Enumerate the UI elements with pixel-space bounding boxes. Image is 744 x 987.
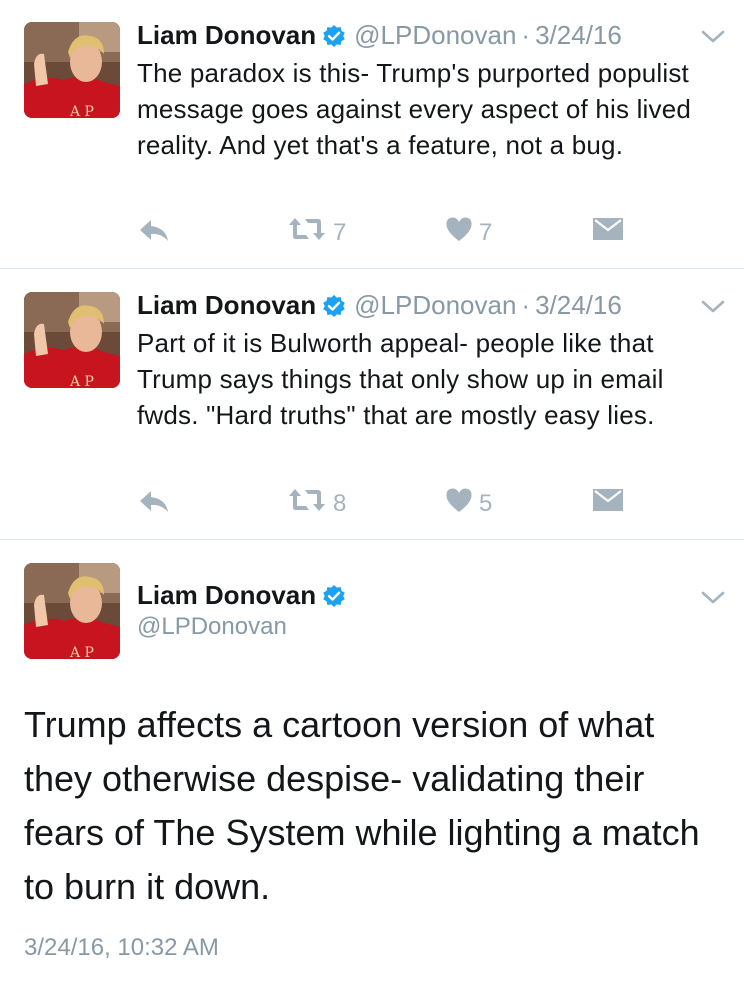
direct-message-button[interactable] [592, 487, 624, 520]
verified-badge-icon [322, 584, 346, 614]
tweet-date[interactable]: 3/24/16 [535, 20, 622, 50]
verified-badge-icon [322, 294, 346, 324]
display-name[interactable]: Liam Donovan [137, 290, 316, 320]
svg-text:A P: A P [69, 645, 94, 659]
reply-icon [137, 487, 171, 522]
display-name[interactable]: Liam Donovan [137, 580, 354, 614]
tweet-text: Part of it is Bulworth appeal- people li… [137, 328, 664, 430]
direct-message-button[interactable] [592, 216, 624, 249]
retweet-count: 7 [333, 218, 347, 246]
separator: · [521, 290, 531, 320]
like-button[interactable]: 7 [445, 216, 492, 249]
retweet-icon [287, 487, 327, 520]
tweet-date[interactable]: 3/24/16 [535, 290, 622, 320]
avatar[interactable]: A P [24, 563, 120, 659]
heart-icon [445, 216, 473, 249]
tweet-2[interactable]: A P Liam Donovan @LPDonovan · 3/24/16 Part … [0, 269, 744, 539]
svg-text:A P: A P [69, 104, 94, 118]
chevron-down-icon[interactable] [700, 298, 726, 316]
tweet-text: Trump affects a cartoon version of what … [24, 704, 700, 907]
tweet-timestamp[interactable]: 3/24/16, 10:32 AM [24, 933, 219, 963]
tweet-actions: 7 7 [137, 216, 657, 246]
display-name[interactable]: Liam Donovan [137, 20, 316, 50]
like-count: 7 [479, 218, 493, 246]
heart-icon [445, 487, 473, 520]
retweet-count: 8 [333, 489, 347, 517]
chevron-down-icon[interactable] [700, 589, 726, 607]
direct-message-icon [592, 487, 624, 520]
direct-message-icon [592, 216, 624, 249]
avatar[interactable]: A P [24, 292, 120, 388]
retweet-button[interactable]: 8 [287, 487, 346, 520]
like-button[interactable]: 5 [445, 487, 492, 520]
separator: · [521, 20, 531, 50]
reply-icon [137, 216, 171, 251]
handle[interactable]: @LPDonovan [354, 20, 516, 50]
handle[interactable]: @LPDonovan [137, 612, 287, 642]
tweet-actions: 8 5 [137, 487, 657, 517]
tweet-text: The paradox is this- Trump's purported p… [137, 58, 692, 160]
reply-button[interactable] [137, 487, 171, 522]
display-name-text: Liam Donovan [137, 580, 317, 610]
svg-text:A P: A P [69, 374, 94, 388]
tweet-1[interactable]: A P Liam Donovan @LPDonovan · 3/24/16 The p… [0, 0, 744, 268]
like-count: 5 [479, 489, 493, 517]
tweet-header: Liam Donovan @LPDonovan · 3/24/16 [137, 290, 624, 324]
retweet-button[interactable]: 7 [287, 216, 346, 249]
handle[interactable]: @LPDonovan [354, 290, 516, 320]
tweet-header: Liam Donovan @LPDonovan · 3/24/16 [137, 20, 624, 54]
verified-badge-icon [322, 24, 346, 54]
main-tweet: A P Liam Donovan @LPDonovan Trump affect… [0, 540, 744, 987]
avatar[interactable]: A P [24, 22, 120, 118]
reply-button[interactable] [137, 216, 171, 251]
retweet-icon [287, 216, 327, 249]
chevron-down-icon[interactable] [700, 28, 726, 46]
